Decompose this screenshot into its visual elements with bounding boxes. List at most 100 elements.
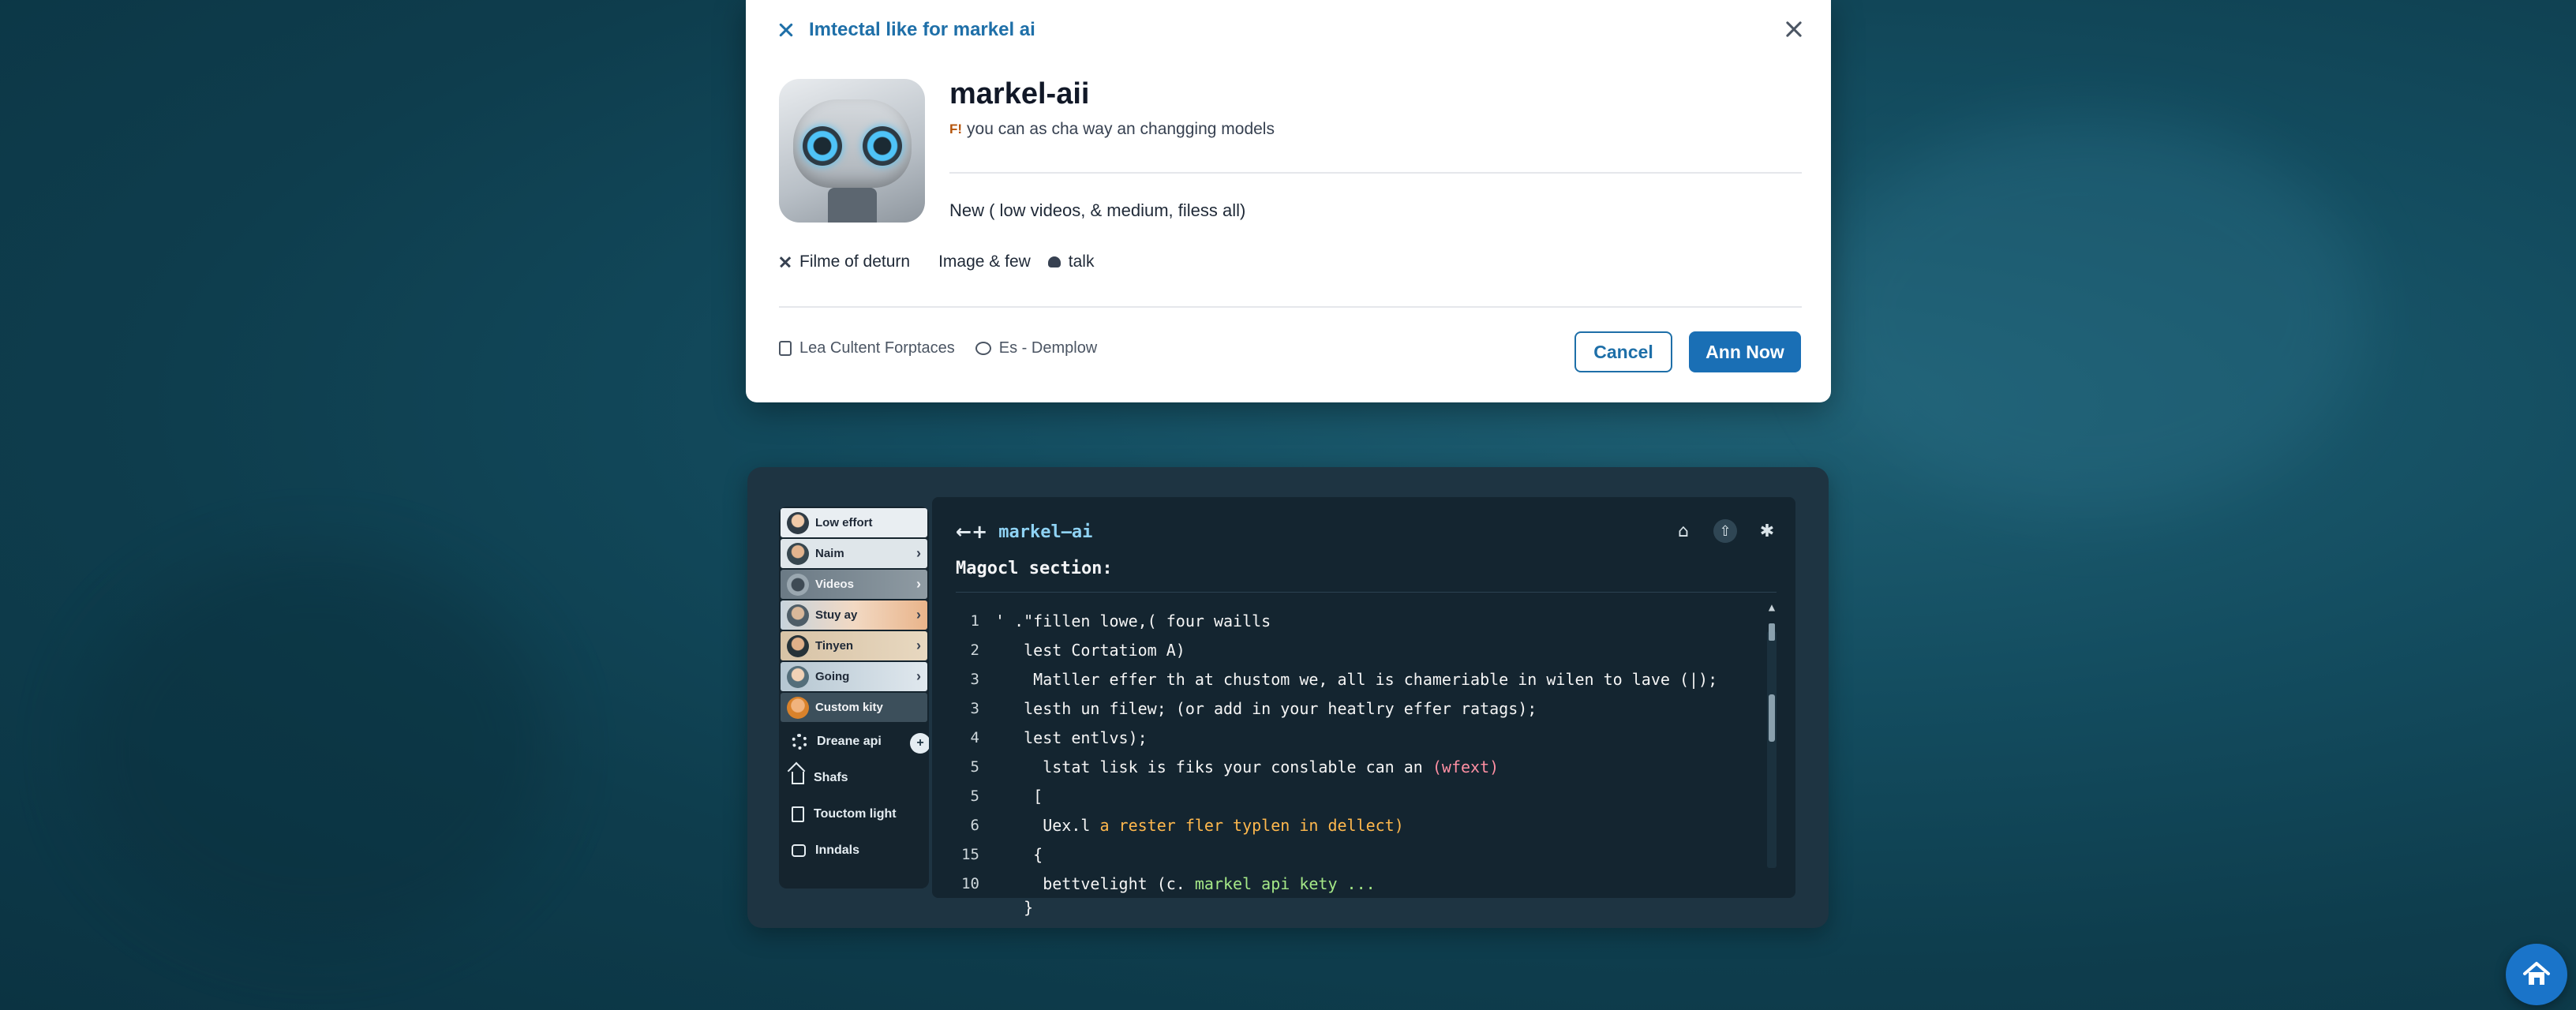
- line-number: 6: [970, 816, 979, 834]
- robot-eye: [863, 126, 902, 166]
- sidebar-item-stuy-ay[interactable]: Stuy ay ›: [781, 600, 927, 630]
- code-line: 5 lstat lisk is fiks your conslable can …: [956, 752, 1748, 781]
- meta-item-talk[interactable]: talk: [1047, 252, 1094, 271]
- close-button[interactable]: [1780, 16, 1807, 43]
- sidebar-item-label: Tinyen: [815, 639, 854, 653]
- modal-title: Imtectal like for markel ai: [809, 19, 1035, 40]
- scrollbar[interactable]: [1767, 623, 1777, 868]
- tagline-text: you can as cha way an changging models: [967, 120, 1275, 138]
- avatar: [787, 696, 809, 719]
- tag-badge: F!: [949, 122, 963, 137]
- gear-icon: [792, 734, 807, 750]
- sidebar-item-custom-kity[interactable]: Custom kity: [781, 693, 927, 722]
- sidebar-menu-label: Shafs: [814, 771, 848, 784]
- sidebar-item-label: Custom kity: [815, 701, 883, 714]
- sidebar-item-going[interactable]: Going ›: [781, 662, 927, 691]
- sidebar-item-label: Going: [815, 670, 850, 683]
- home-icon: [792, 772, 804, 784]
- home-fab-button[interactable]: [2506, 944, 2567, 1005]
- app-avatar: [779, 79, 925, 223]
- meta-item-image[interactable]: Image & few: [938, 252, 1031, 271]
- sidebar-item-tinyen[interactable]: Tinyen ›: [781, 631, 927, 660]
- code-text: lstat lisk is fiks your conslable can an: [995, 757, 1432, 776]
- robot-head: [793, 99, 912, 188]
- chevron-right-icon: ›: [916, 638, 921, 653]
- features-text: New ( low videos, & medium, filess all): [949, 200, 1246, 220]
- chat-icon: [1047, 256, 1061, 267]
- code-line: 3 Matller effer th at chustom we, all is…: [956, 664, 1748, 694]
- line-number: 10: [961, 874, 979, 892]
- footer-link-forptaces[interactable]: Lea Cultent Forptaces: [779, 339, 955, 357]
- chevron-right-icon: ›: [916, 607, 921, 623]
- footer-label: Es - Demplow: [998, 339, 1098, 357]
- divider: [956, 592, 1777, 593]
- code-line: 6 Uex.l a rester fler typlen in dellect): [956, 810, 1748, 840]
- code-line: 3 lesth un filew; (or add in your heatlr…: [956, 694, 1748, 723]
- close-icon[interactable]: [777, 21, 795, 39]
- editor-toolbar: ⌂ ⇧ ✱: [1674, 519, 1777, 543]
- line-number: 5: [970, 787, 979, 805]
- avatar: [787, 604, 809, 627]
- modal-footer: Lea Cultent Forptaces Es - Demplow: [779, 339, 1097, 357]
- code-editor: ←+ markel–ai ⌂ ⇧ ✱ Magocl section: 1 ' .…: [932, 497, 1795, 917]
- sidebar-menu-label: Touctom light: [814, 807, 897, 821]
- sidebar-item-low-effort[interactable]: Low effort: [781, 508, 927, 537]
- sidebar-item-videos[interactable]: Videos ›: [781, 570, 927, 599]
- code-line: 5 [: [956, 781, 1748, 810]
- cancel-button[interactable]: Cancel: [1574, 331, 1672, 372]
- code-text: bettvelight (c.: [995, 873, 1195, 893]
- install-now-button[interactable]: Ann Now: [1689, 331, 1801, 372]
- avatar: [787, 542, 809, 565]
- upload-icon[interactable]: ⇧: [1713, 519, 1737, 543]
- sidebar-item-naim[interactable]: Naim ›: [781, 539, 927, 568]
- code-text: lesth un filew; (or add in your heatlry …: [995, 698, 1537, 718]
- code-line: 15 {: [956, 840, 1748, 869]
- sidebar-menu-shafs[interactable]: Shafs: [779, 760, 929, 796]
- sidebar-menu-label: Dreane api: [817, 735, 882, 748]
- sidebar-menu-inndals[interactable]: Inndals: [779, 832, 929, 869]
- home-icon[interactable]: ⌂: [1674, 522, 1693, 541]
- chevron-right-icon: ›: [916, 545, 921, 561]
- line-number: 3: [970, 670, 979, 688]
- scrollbar-thumb[interactable]: [1769, 694, 1775, 742]
- avatar: [787, 573, 809, 596]
- back-arrow-icon[interactable]: ←+: [956, 521, 987, 543]
- meta-row: Filme of deturn Image & few talk: [779, 252, 1094, 271]
- scrollbar-marker: [1769, 623, 1775, 641]
- line-number: 15: [961, 845, 979, 863]
- sidebar-menu-touctom-light[interactable]: Touctom light: [779, 796, 929, 832]
- puzzle-icon[interactable]: ✱: [1758, 522, 1777, 541]
- code-string: (wfext): [1432, 757, 1500, 776]
- home-icon: [2523, 962, 2550, 985]
- avatar: [787, 665, 809, 688]
- meta-item-deturn[interactable]: Filme of deturn: [779, 252, 910, 271]
- code-keyword: a rester fler typlen in dellect): [1099, 815, 1404, 835]
- sidebar: Low effort Naim › Videos › Stuy ay › Tin…: [779, 507, 929, 888]
- footer-label: Lea Cultent Forptaces: [799, 339, 955, 357]
- background-shape: [1815, 118, 2368, 513]
- code-line: 10 bettvelight (c. markel api kety ...: [956, 869, 1748, 898]
- sidebar-item-label: Naim: [815, 547, 844, 560]
- scroll-up-icon[interactable]: ▲: [1767, 601, 1777, 614]
- robot-neck: [828, 188, 877, 223]
- comment-icon: [975, 342, 991, 355]
- code-line: 1 ' ."fillen lowe,( four waills: [956, 606, 1748, 635]
- add-icon[interactable]: +: [910, 733, 929, 754]
- meta-label: Image & few: [938, 252, 1031, 271]
- sidebar-item-label: Stuy ay: [815, 608, 858, 622]
- sidebar-menu-label: Inndals: [815, 844, 860, 857]
- close-icon: [1785, 21, 1803, 38]
- line-number: 1: [970, 612, 979, 630]
- section-label: Magocl section:: [956, 559, 1113, 578]
- footer-link-demplow[interactable]: Es - Demplow: [975, 339, 1097, 357]
- code-area[interactable]: 1 ' ."fillen lowe,( four waills 2 lest C…: [956, 606, 1748, 918]
- robot-eye: [803, 126, 842, 166]
- modal-header: Imtectal like for markel ai: [777, 17, 1035, 43]
- code-text: lest Cortatiom A): [995, 640, 1185, 660]
- box-icon: [792, 844, 806, 857]
- code-text: ' ."fillen lowe,( four waills: [995, 611, 1271, 630]
- code-line: }: [956, 898, 1748, 917]
- code-line: 2 lest Cortatiom A): [956, 635, 1748, 664]
- avatar: [787, 634, 809, 657]
- sidebar-menu-dreane-api[interactable]: Dreane api +: [779, 724, 929, 760]
